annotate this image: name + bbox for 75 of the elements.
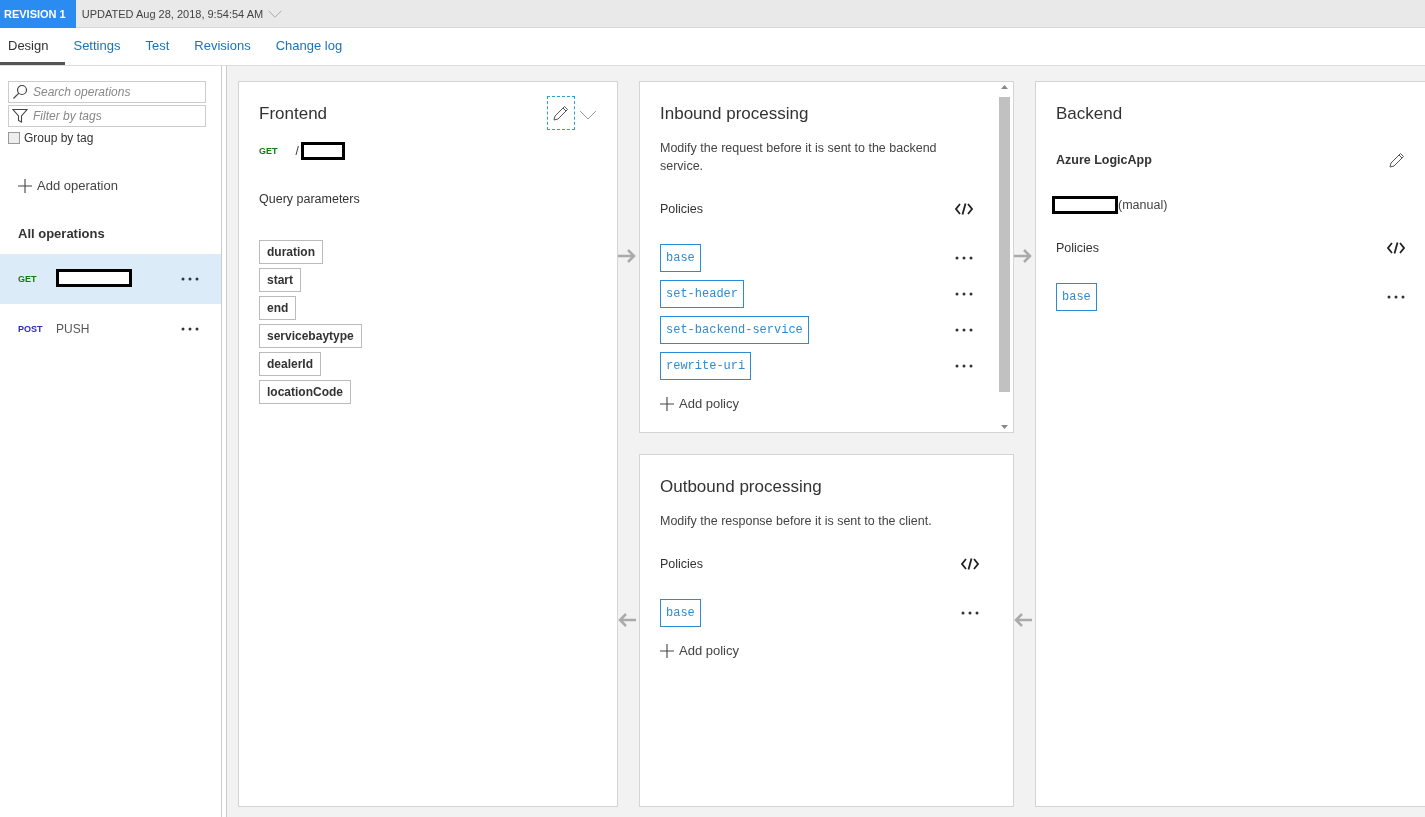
http-method-label: GET [259,146,278,156]
section-heading: Query parameters [259,192,361,206]
query-parameter-chip[interactable]: dealerId [259,352,322,376]
operation-item[interactable]: GET [0,254,221,304]
more-icon[interactable] [1387,295,1405,299]
query-parameter-chip[interactable]: end [259,296,297,320]
card-title: Backend [1056,103,1124,125]
operation-item[interactable]: POST PUSH [0,304,221,354]
more-icon[interactable] [955,364,973,368]
plus-icon [18,178,32,193]
tab[interactable]: Revisions [186,28,268,65]
more-icon[interactable] [961,611,979,615]
card-title: Inbound processing [660,103,810,125]
operation-name: PUSH [56,322,90,336]
all-operations-heading: All operations [18,226,106,241]
revision-badge: REVISION 1 [0,0,76,28]
pencil-icon [553,105,569,121]
plus-icon [660,643,674,658]
code-icon[interactable] [955,203,973,215]
plus-icon [660,396,674,411]
filter-icon [12,108,28,124]
search-icon [12,84,28,100]
http-method-label: GET [18,274,38,284]
updated-timestamp: UPDATED Aug 28, 2018, 9:54:54 AM [81,7,264,20]
tab[interactable]: Design [0,28,66,65]
more-icon[interactable] [181,327,199,331]
policies-label: Policies [660,557,704,571]
policy-chip[interactable]: rewrite-uri [660,352,752,380]
arrow-left-icon [618,613,636,627]
card-title: Outbound processing [660,476,823,498]
add-policy-link[interactable]: Add policy [679,396,739,411]
card-title: Frontend [259,103,329,125]
filter-field[interactable]: Filter by tags [8,105,206,127]
checkbox[interactable] [8,132,20,144]
card-description: Modify the response before it is sent to the client. [660,513,933,530]
edit-button[interactable] [547,96,575,130]
code-icon[interactable] [1387,242,1405,254]
add-policy-link[interactable]: Add policy [679,643,739,658]
policy-chip[interactable]: set-backend-service [660,316,809,344]
policy-chip[interactable]: base [660,244,701,272]
policy-chip[interactable]: base [1056,283,1097,311]
policy-chip[interactable]: set-header [660,280,744,308]
tab[interactable]: Test [137,28,187,65]
policies-label: Policies [1056,241,1100,255]
add-operation-link[interactable]: Add operation [37,178,118,193]
pencil-icon[interactable] [1389,152,1405,168]
more-icon[interactable] [181,277,199,281]
arrow-right-icon [618,249,636,263]
endpoint-suffix: (manual) [1118,198,1168,212]
redaction-block [1052,196,1118,214]
policies-label: Policies [660,202,704,216]
redaction-block [300,142,345,160]
policy-chip[interactable]: base [660,599,701,627]
more-icon[interactable] [955,328,973,332]
arrow-left-icon [1014,613,1032,627]
tab[interactable]: Change log [267,28,360,65]
scroll-up-icon[interactable] [1001,85,1008,89]
more-icon[interactable] [955,292,973,296]
more-icon[interactable] [955,256,973,260]
query-parameter-chip[interactable]: start [259,268,301,292]
query-parameter-chip[interactable]: duration [259,240,323,264]
scroll-down-icon[interactable] [1001,425,1008,429]
backend-service-name: Azure LogicApp [1056,153,1152,167]
code-icon[interactable] [961,558,979,570]
scrollbar-thumb[interactable] [999,97,1010,392]
search-field[interactable]: Search operations [8,81,206,103]
query-parameter-chip[interactable]: locationCode [259,380,351,404]
checkbox-label: Group by tag [24,131,94,145]
arrow-right-icon [1014,249,1032,263]
tab[interactable]: Settings [65,28,138,65]
card-description: Modify the request before it is sent to the backend service. [660,140,938,175]
url-path: / [295,144,299,158]
chevron-down-icon[interactable] [579,110,597,120]
query-parameter-chip[interactable]: servicebaytype [259,324,362,348]
http-method-label: POST [18,324,44,334]
